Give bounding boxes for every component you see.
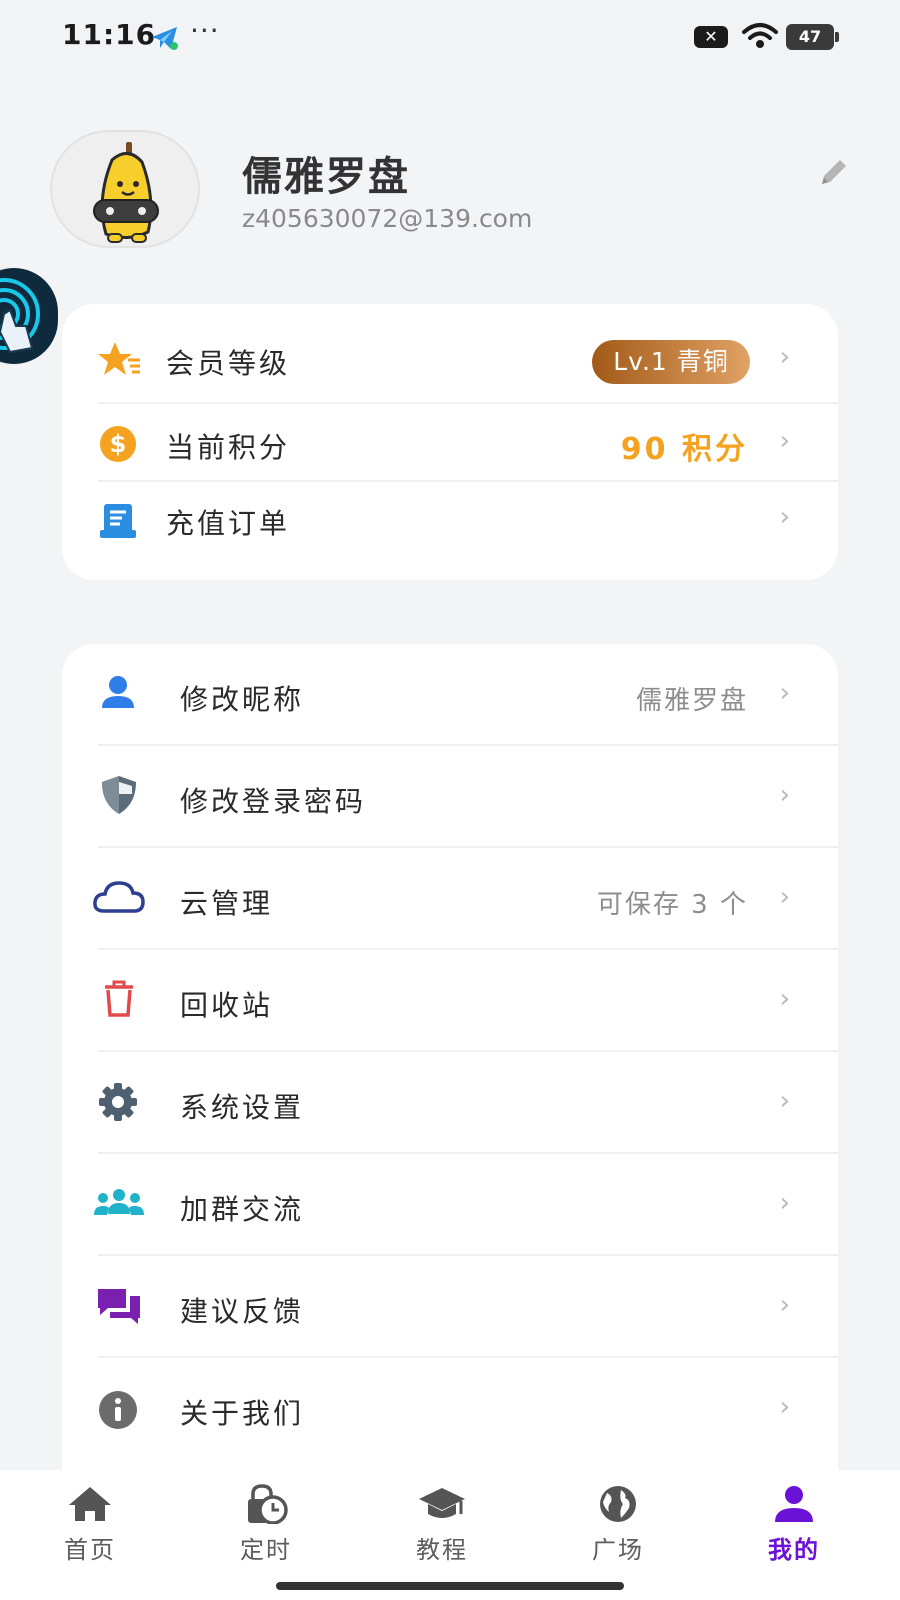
tab-label: 我的	[768, 1536, 820, 1564]
telegram-icon	[152, 27, 178, 50]
cloud-management-label: 云管理	[180, 887, 274, 920]
chevron-right-icon: ›	[779, 502, 790, 532]
current-nickname-value: 儒雅罗盘	[635, 686, 748, 716]
tab-label: 广场	[592, 1536, 644, 1564]
chevron-right-icon: ›	[779, 1392, 790, 1422]
chevron-right-icon: ›	[779, 678, 790, 708]
tab-label: 首页	[64, 1536, 116, 1564]
change-password-label: 修改登录密码	[180, 785, 367, 818]
recycle-bin-label: 回收站	[180, 989, 274, 1022]
user-email: z405630072@139.com	[242, 204, 533, 233]
points-row[interactable]: $ 当前积分 90 积分 ›	[62, 404, 838, 482]
group-icon	[94, 1189, 144, 1215]
join-group-label: 加群交流	[180, 1193, 305, 1226]
tab-label: 教程	[416, 1536, 468, 1564]
shield-icon	[102, 776, 136, 814]
member-level-label: 会员等级	[166, 347, 291, 380]
about-us-row[interactable]: 关于我们 ›	[62, 1358, 838, 1460]
recharge-orders-row[interactable]: 充值订单 ›	[62, 482, 838, 560]
edit-nickname-row[interactable]: 修改昵称 儒雅罗盘 ›	[62, 644, 838, 746]
gear-icon	[99, 1083, 137, 1121]
battery-icon: 47	[786, 24, 839, 50]
svg-text:$: $	[110, 430, 127, 458]
info-icon	[99, 1391, 137, 1429]
status-time: 11:16	[62, 18, 157, 51]
level-badge: Lv.1 青铜	[592, 340, 750, 384]
home-indicator[interactable]	[276, 1582, 624, 1590]
more-notifications-icon: ···	[190, 14, 220, 47]
globe-icon	[600, 1486, 636, 1522]
tab-tutorial[interactable]: 教程	[382, 1484, 502, 1565]
change-password-row[interactable]: 修改登录密码 ›	[62, 746, 838, 848]
pencil-icon[interactable]	[816, 154, 852, 190]
system-settings-row[interactable]: 系统设置 ›	[62, 1052, 838, 1154]
join-group-row[interactable]: 加群交流 ›	[62, 1154, 838, 1256]
chevron-right-icon: ›	[779, 342, 790, 372]
cloud-icon	[93, 881, 145, 913]
tab-timer[interactable]: 定时	[206, 1484, 326, 1565]
receipt-icon	[100, 504, 136, 538]
points-label: 当前积分	[166, 431, 291, 464]
tab-mine[interactable]: 我的	[734, 1484, 854, 1565]
no-sim-icon: ✕	[694, 26, 728, 48]
wifi-icon	[742, 23, 778, 48]
system-settings-label: 系统设置	[180, 1091, 305, 1124]
chevron-right-icon: ›	[779, 882, 790, 912]
tab-label: 定时	[240, 1536, 292, 1564]
chat-icon	[98, 1289, 140, 1324]
about-us-label: 关于我们	[180, 1397, 305, 1430]
home-icon	[69, 1487, 111, 1521]
edit-nickname-label: 修改昵称	[180, 683, 305, 716]
chevron-right-icon: ›	[779, 1188, 790, 1218]
graduation-cap-icon	[419, 1488, 465, 1518]
chevron-right-icon: ›	[779, 426, 790, 456]
tab-home[interactable]: 首页	[30, 1484, 150, 1565]
profile-header: 儒雅罗盘 z405630072@139.com	[0, 120, 900, 260]
chevron-right-icon: ›	[779, 984, 790, 1014]
bottom-tab-bar: 首页 定时 教程 广场 我的	[0, 1470, 900, 1600]
recycle-bin-row[interactable]: 回收站 ›	[62, 950, 838, 1052]
chevron-right-icon: ›	[779, 780, 790, 810]
user-nickname: 儒雅罗盘	[242, 154, 410, 200]
trash-icon	[105, 980, 133, 1017]
tab-square[interactable]: 广场	[558, 1484, 678, 1565]
avatar[interactable]	[50, 130, 200, 248]
star-icon	[98, 342, 140, 375]
chevron-right-icon: ›	[779, 1290, 790, 1320]
timer-icon	[248, 1484, 288, 1524]
coin-icon: $	[100, 426, 136, 462]
member-level-row[interactable]: 会员等级 Lv.1 青铜 ›	[62, 304, 838, 404]
settings-card: 修改昵称 儒雅罗盘 › 修改登录密码 › 云管理 可保存 3 个 › 回收站 ›	[62, 644, 838, 1486]
user-icon	[775, 1486, 813, 1522]
points-value: 90 积分	[620, 432, 748, 467]
status-bar: 11:16 ··· ✕ 47	[0, 0, 900, 72]
user-icon	[102, 676, 134, 708]
feedback-label: 建议反馈	[180, 1295, 305, 1328]
recharge-orders-label: 充值订单	[166, 507, 291, 540]
chevron-right-icon: ›	[779, 1086, 790, 1116]
feedback-row[interactable]: 建议反馈 ›	[62, 1256, 838, 1358]
account-card: 会员等级 Lv.1 青铜 › $ 当前积分 90 积分 › 充值订单 ›	[62, 304, 838, 580]
cloud-management-row[interactable]: 云管理 可保存 3 个 ›	[62, 848, 838, 950]
cloud-capacity-value: 可保存 3 个	[596, 890, 748, 920]
floating-touch-icon[interactable]	[0, 268, 58, 364]
banana-avatar-icon	[93, 142, 159, 243]
